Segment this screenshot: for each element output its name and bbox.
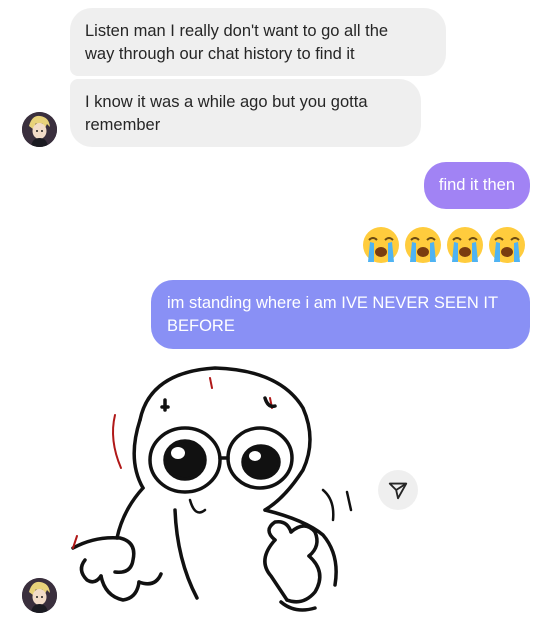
contact-avatar[interactable] xyxy=(22,112,57,147)
loudly-crying-face-emoji xyxy=(360,224,402,266)
chat-thread: Listen man I really don't want to go all… xyxy=(0,0,540,628)
send-paper-plane-icon xyxy=(388,482,408,500)
doodle-creature-sticker[interactable] xyxy=(65,360,385,620)
incoming-message-bubble[interactable]: Listen man I really don't want to go all… xyxy=(70,8,446,76)
avatar-image xyxy=(22,112,57,147)
loudly-crying-face-emoji xyxy=(402,224,444,266)
outgoing-message-bubble[interactable]: im standing where i am IVE NEVER SEEN IT… xyxy=(151,280,530,349)
loudly-crying-face-emoji xyxy=(444,224,486,266)
share-button[interactable] xyxy=(378,470,418,510)
avatar-image xyxy=(22,578,57,613)
emoji-message[interactable] xyxy=(360,224,528,266)
loudly-crying-face-emoji xyxy=(486,224,528,266)
sticker-drawing xyxy=(71,366,353,612)
incoming-message-bubble[interactable]: I know it was a while ago but you gotta … xyxy=(70,79,421,147)
contact-avatar[interactable] xyxy=(22,578,57,613)
outgoing-message-bubble[interactable]: find it then xyxy=(423,162,530,209)
